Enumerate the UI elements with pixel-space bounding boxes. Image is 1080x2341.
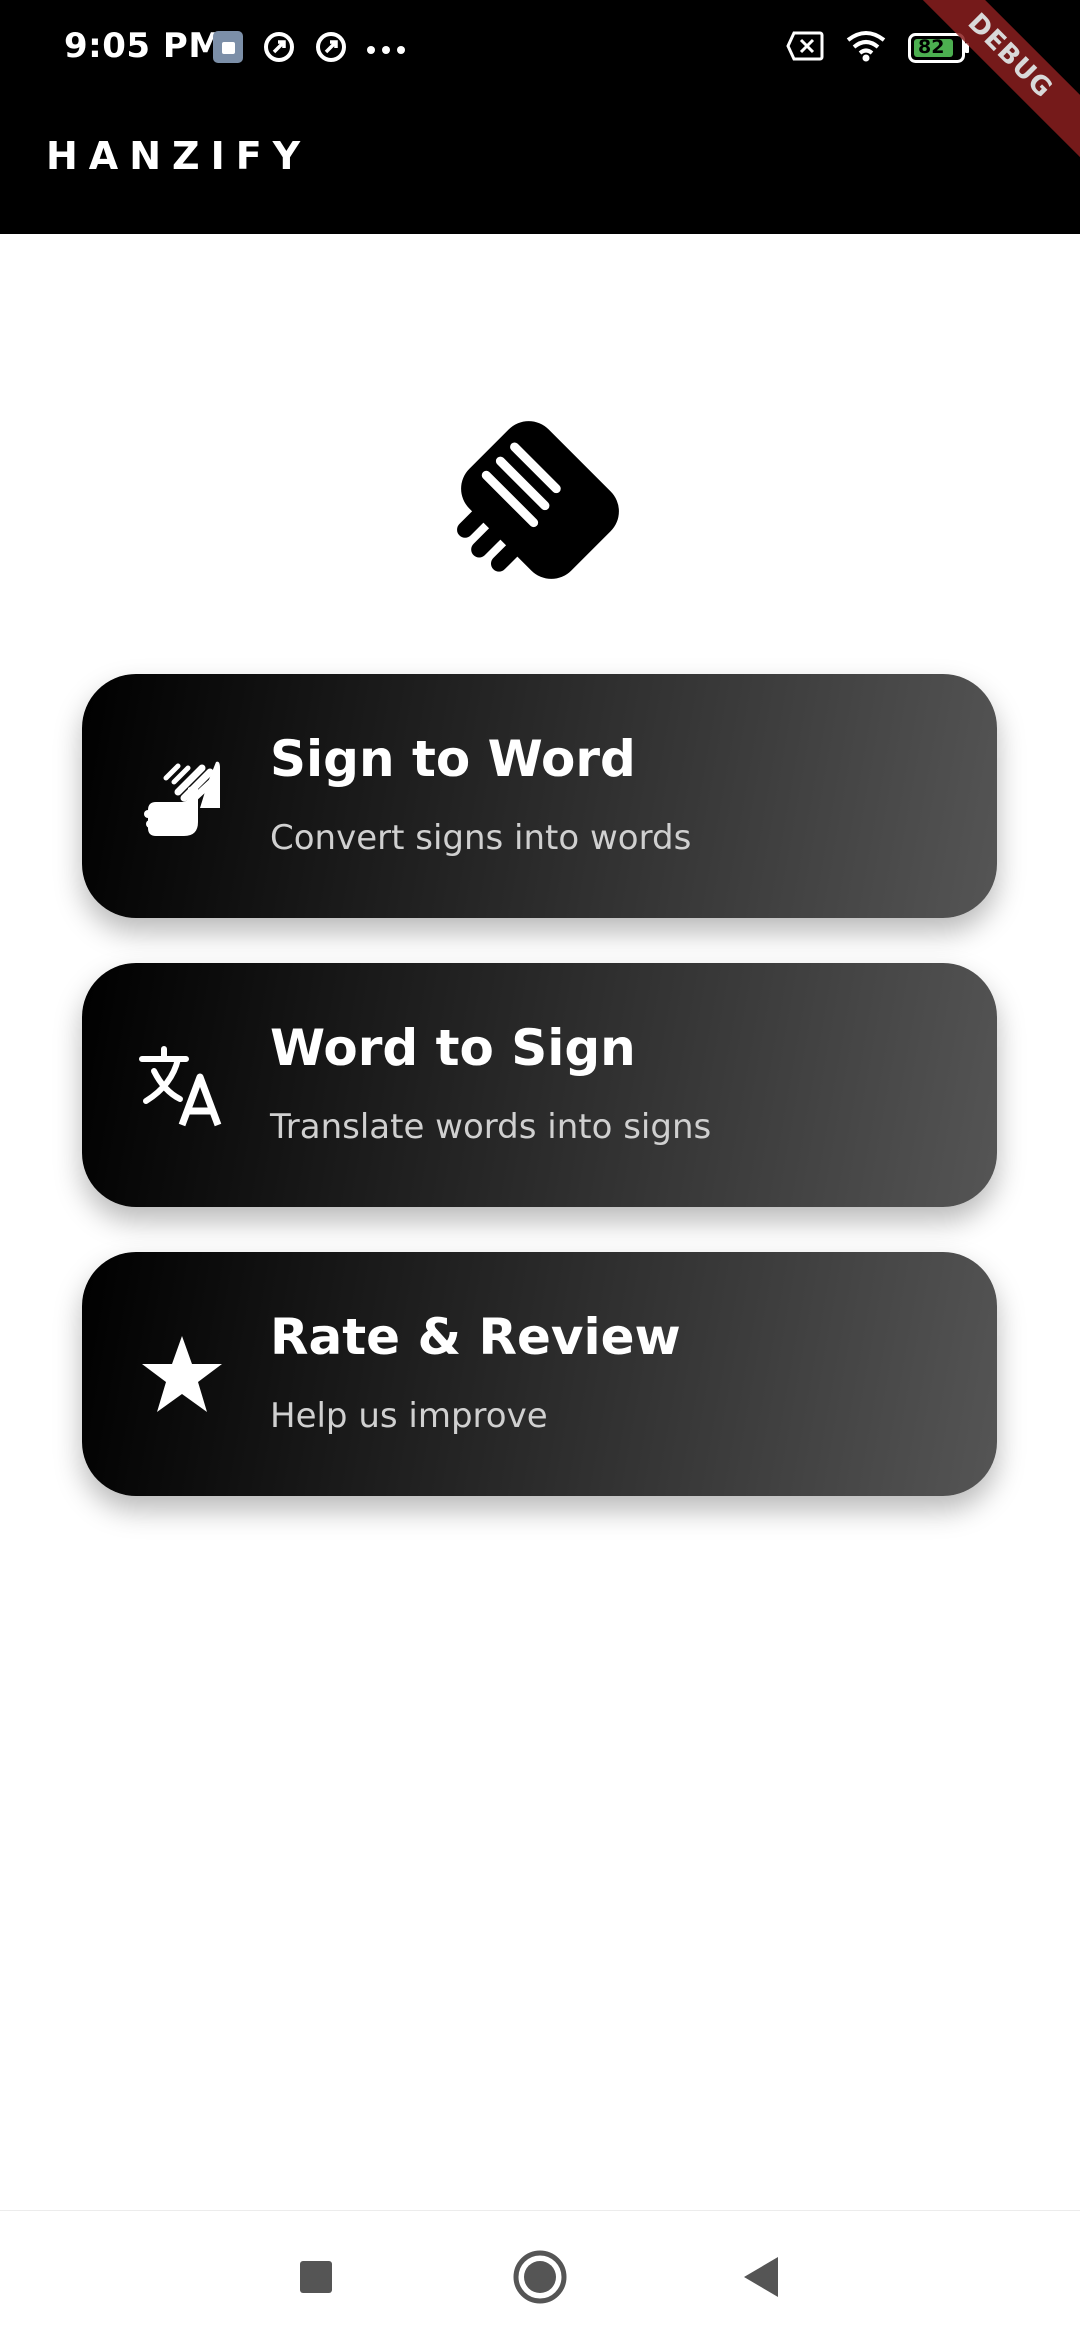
status-notification-icons: [212, 30, 406, 68]
status-bar: 9:05 PM 82: [0, 0, 1080, 100]
app-title: HANZIFY: [46, 134, 312, 178]
card-title: Sign to Word: [270, 730, 636, 788]
home-button[interactable]: [510, 2247, 570, 2307]
sim-card-icon: [212, 30, 244, 68]
status-time: 9:05 PM: [64, 26, 223, 66]
translate-icon: [138, 1041, 226, 1129]
handshake-icon: [444, 420, 636, 596]
rate-review-card[interactable]: Rate & Review Help us improve: [82, 1252, 997, 1496]
card-title: Word to Sign: [270, 1019, 636, 1077]
wifi-icon: [846, 30, 886, 66]
status-system-icons: 82: [786, 30, 970, 66]
sync-icon: [314, 30, 348, 68]
recents-button[interactable]: [286, 2247, 346, 2307]
sign-to-word-card[interactable]: Sign to Word Convert signs into words: [82, 674, 997, 918]
card-title: Rate & Review: [270, 1308, 681, 1366]
sign-language-icon: [138, 752, 226, 840]
battery-level: 82: [918, 36, 945, 58]
system-nav-bar: [0, 2210, 1080, 2341]
card-subtitle: Convert signs into words: [270, 818, 692, 858]
sync-icon: [262, 30, 296, 68]
back-button[interactable]: [732, 2247, 792, 2307]
app-bar: HANZIFY: [0, 100, 1080, 234]
star-icon: [138, 1330, 226, 1418]
more-dots-icon: [366, 40, 406, 59]
word-to-sign-card[interactable]: Word to Sign Translate words into signs: [82, 963, 997, 1207]
card-subtitle: Help us improve: [270, 1396, 548, 1436]
card-subtitle: Translate words into signs: [270, 1107, 712, 1147]
no-sim-icon: [786, 31, 824, 65]
